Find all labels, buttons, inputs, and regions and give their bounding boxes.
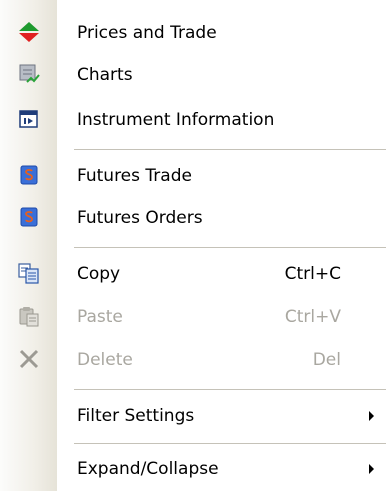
menu-item-label: Paste xyxy=(77,307,123,327)
menu-item-copy[interactable]: Copy Ctrl+C xyxy=(0,252,386,296)
chart-icon xyxy=(18,63,40,85)
submenu-arrow-icon xyxy=(369,464,374,474)
copy-icon xyxy=(18,262,40,284)
menu-item-futures-trade[interactable]: Futures Trade xyxy=(0,154,386,198)
menu-item-shortcut: Ctrl+C xyxy=(284,264,341,284)
menu-item-filter-settings[interactable]: Filter Settings xyxy=(0,394,386,438)
prices-trade-icon xyxy=(18,21,40,43)
menu-item-label: Copy xyxy=(77,264,121,284)
paste-icon xyxy=(18,305,40,327)
menu-item-shortcut: Ctrl+V xyxy=(284,307,341,327)
menu-separator xyxy=(74,443,386,444)
context-menu: Prices and Trade Charts Instrument Infor… xyxy=(0,0,386,491)
menu-item-label: Prices and Trade xyxy=(77,23,217,43)
submenu-arrow-icon xyxy=(369,411,374,421)
menu-item-label: Delete xyxy=(77,350,133,370)
menu-item-futures-orders[interactable]: Futures Orders xyxy=(0,196,386,240)
menu-item-charts[interactable]: Charts xyxy=(0,53,386,97)
menu-item-expand-collapse[interactable]: Expand/Collapse xyxy=(0,447,386,491)
futures-icon xyxy=(18,164,40,186)
menu-item-paste[interactable]: Paste Ctrl+V xyxy=(0,295,386,339)
menu-item-label: Charts xyxy=(77,65,133,85)
menu-item-label: Futures Trade xyxy=(77,166,192,186)
menu-separator xyxy=(74,389,386,390)
futures-icon xyxy=(18,206,40,228)
menu-separator xyxy=(74,149,386,150)
menu-item-label: Expand/Collapse xyxy=(77,459,219,479)
menu-item-shortcut: Del xyxy=(312,350,341,370)
menu-item-prices-and-trade[interactable]: Prices and Trade xyxy=(0,11,386,55)
menu-item-label: Filter Settings xyxy=(77,406,195,426)
delete-icon xyxy=(18,348,40,370)
menu-separator xyxy=(74,247,386,248)
menu-item-delete[interactable]: Delete Del xyxy=(0,338,386,382)
instrument-info-icon xyxy=(18,108,40,130)
menu-item-instrument-information[interactable]: Instrument Information xyxy=(0,98,386,142)
menu-item-label: Instrument Information xyxy=(77,110,275,130)
menu-item-label: Futures Orders xyxy=(77,208,203,228)
